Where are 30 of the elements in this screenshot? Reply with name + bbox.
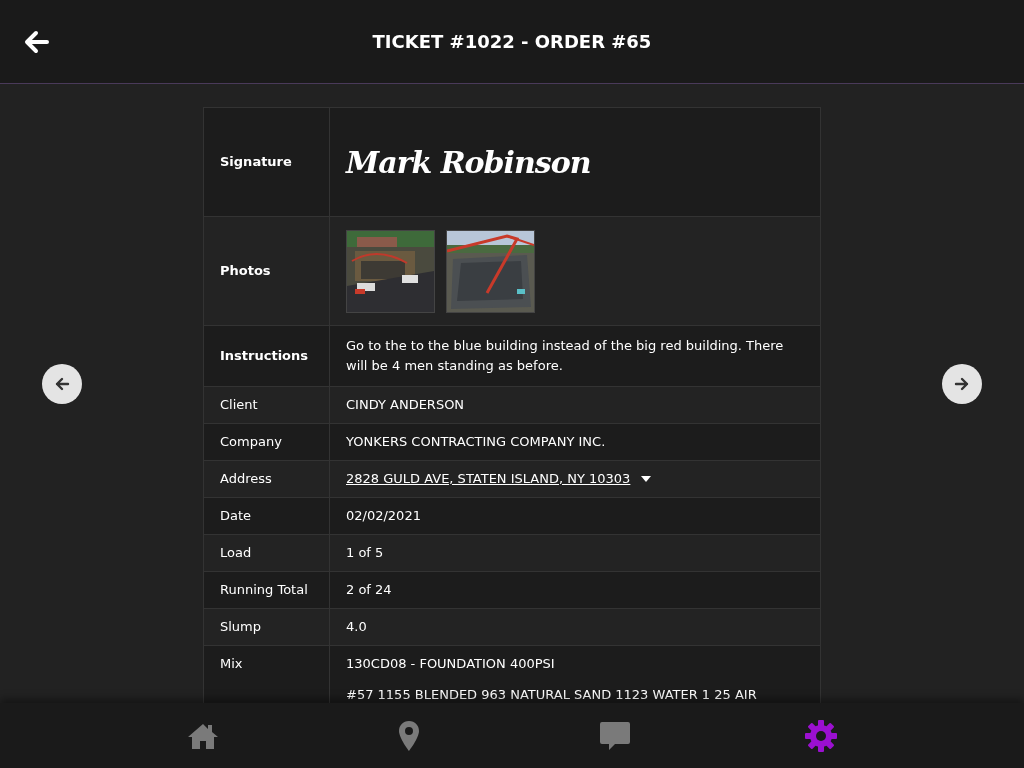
signature: Mark Robinson [346, 143, 592, 182]
address-link[interactable]: 2828 GULD AVE, STATEN ISLAND, NY 10303 [346, 469, 631, 489]
field-label: Running Total [220, 581, 308, 599]
back-button[interactable] [22, 28, 50, 56]
previous-button[interactable] [42, 364, 82, 404]
field-value: 1 of 5 [346, 544, 384, 562]
field-value: YONKERS CONTRACTING COMPANY INC. [346, 433, 606, 451]
field-label: Load [220, 544, 252, 562]
settings-icon [804, 718, 838, 753]
field-value: Go to the to the blue building instead of the big red building. There will be 4 men standing as before. [346, 337, 785, 375]
field-label: Address [220, 470, 272, 488]
field-label: Photos [220, 262, 271, 280]
field-label: Mix [220, 656, 243, 673]
field-label: Date [220, 507, 252, 525]
field-value: #57 1155 BLENDED 963 NATURAL SAND 1123 WATER 1 25 AIR [346, 686, 757, 703]
field-label: Company [220, 433, 282, 451]
field-value: 2 of 24 [346, 581, 392, 599]
left-arrow-icon[interactable] [54, 376, 70, 392]
caret-icon[interactable] [640, 475, 653, 483]
field-value: 02/02/2021 [346, 507, 421, 525]
field-value: 130CD08 - FOUNDATION 400PSI [346, 655, 555, 673]
field-label: Client [220, 396, 258, 414]
field-label: Instructions [220, 347, 308, 365]
field-value: 4.0 [346, 618, 367, 636]
right-arrow-icon[interactable] [954, 376, 970, 392]
next-button[interactable] [942, 364, 982, 404]
screen-title: TICKET #1022 - ORDER #65 [371, 31, 653, 52]
field-value: CINDY ANDERSON [346, 396, 465, 414]
field-label: Slump [220, 618, 262, 636]
field-label: Signature [220, 153, 292, 171]
